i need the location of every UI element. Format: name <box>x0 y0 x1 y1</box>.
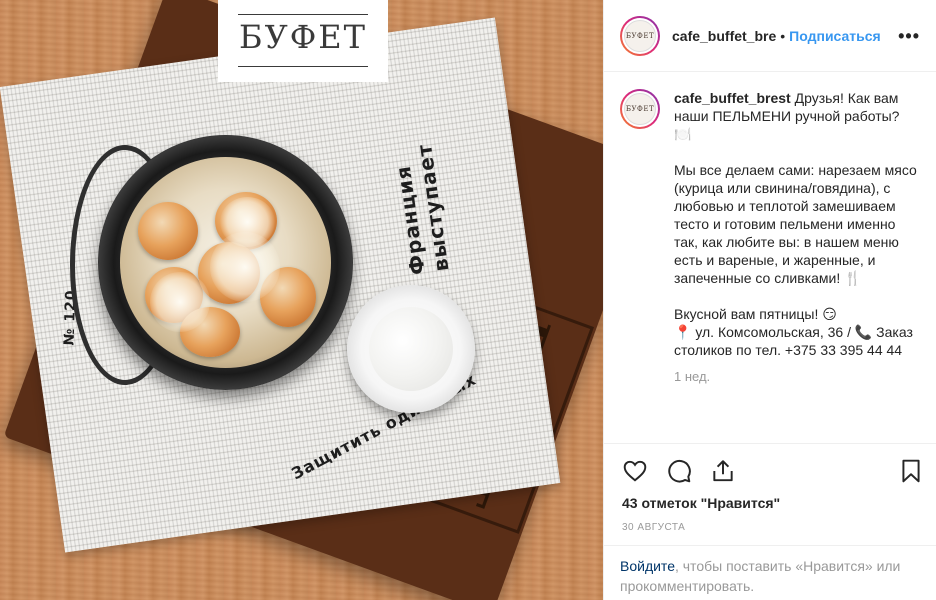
caption-text: cafe_buffet_brest Друзья! Как вам наши П… <box>674 89 920 359</box>
caption-paragraph: Мы все делаем сами: нарезаем мясо (куриц… <box>674 162 917 286</box>
logo-top-line <box>238 14 368 15</box>
brand-logo: БУФЕТ <box>218 0 388 82</box>
header-separator: • <box>780 27 786 44</box>
comment-icon[interactable] <box>666 458 692 484</box>
caption: БУФЕТ cafe_buffet_brest Друзья! Как вам … <box>620 89 920 359</box>
caption-username[interactable]: cafe_buffet_brest <box>674 90 791 106</box>
login-link[interactable]: Войдите <box>620 558 675 574</box>
sour-cream <box>369 307 453 391</box>
logo-bottom-line <box>238 66 368 67</box>
pot-contents <box>120 157 331 368</box>
post-header: БУФЕТ cafe_buffet_bre • Подписаться ••• <box>604 0 936 72</box>
bookmark-icon[interactable] <box>898 458 924 484</box>
caption-first-line: cafe_buffet_brest Друзья! Как вам наши П… <box>674 89 920 143</box>
post-sidebar: БУФЕТ cafe_buffet_bre • Подписаться ••• … <box>603 0 936 600</box>
grated-cheese <box>220 197 275 247</box>
follow-button[interactable]: Подписаться <box>789 28 881 44</box>
avatar-ring: БУФЕТ <box>622 91 658 127</box>
login-prompt: Войдите, чтобы поставить «Нравится» или … <box>604 545 936 600</box>
dumpling <box>138 202 198 260</box>
heart-icon[interactable] <box>622 458 648 484</box>
avatar-image: БУФЕТ <box>624 19 656 52</box>
profile-avatar[interactable]: БУФЕТ <box>620 15 660 56</box>
header-username[interactable]: cafe_buffet_bre <box>672 28 776 44</box>
more-options-icon[interactable]: ••• <box>898 26 920 47</box>
likes-count[interactable]: 43 отметок "Нравится" <box>622 495 780 511</box>
post-time[interactable]: 1 нед. <box>674 369 920 384</box>
share-icon[interactable] <box>710 458 736 484</box>
logo-text: БУФЕТ <box>239 18 367 56</box>
post-date: 30 АВГУСТА <box>622 522 686 533</box>
sour-cream-bowl <box>347 285 475 413</box>
avatar-image: БУФЕТ <box>624 93 656 125</box>
caption-paragraph: Вкусной вам пятницы! 😏 <box>674 306 837 322</box>
caption-avatar[interactable]: БУФЕТ <box>620 89 660 129</box>
cast-iron-pot <box>98 135 353 390</box>
caption-paragraph: 📍 ул. Комсомольская, 36 / 📞 Заказ столик… <box>674 324 913 358</box>
action-bar <box>604 443 936 487</box>
comments-section: БУФЕТ cafe_buffet_brest Друзья! Как вам … <box>604 73 936 443</box>
post-photo[interactable]: БУФЕТ Франция выступает Защитить одинокы… <box>0 0 603 600</box>
avatar-ring: БУФЕТ <box>622 17 658 54</box>
newspaper-headline: Франция выступает <box>390 142 454 277</box>
grated-cheese <box>150 272 210 332</box>
